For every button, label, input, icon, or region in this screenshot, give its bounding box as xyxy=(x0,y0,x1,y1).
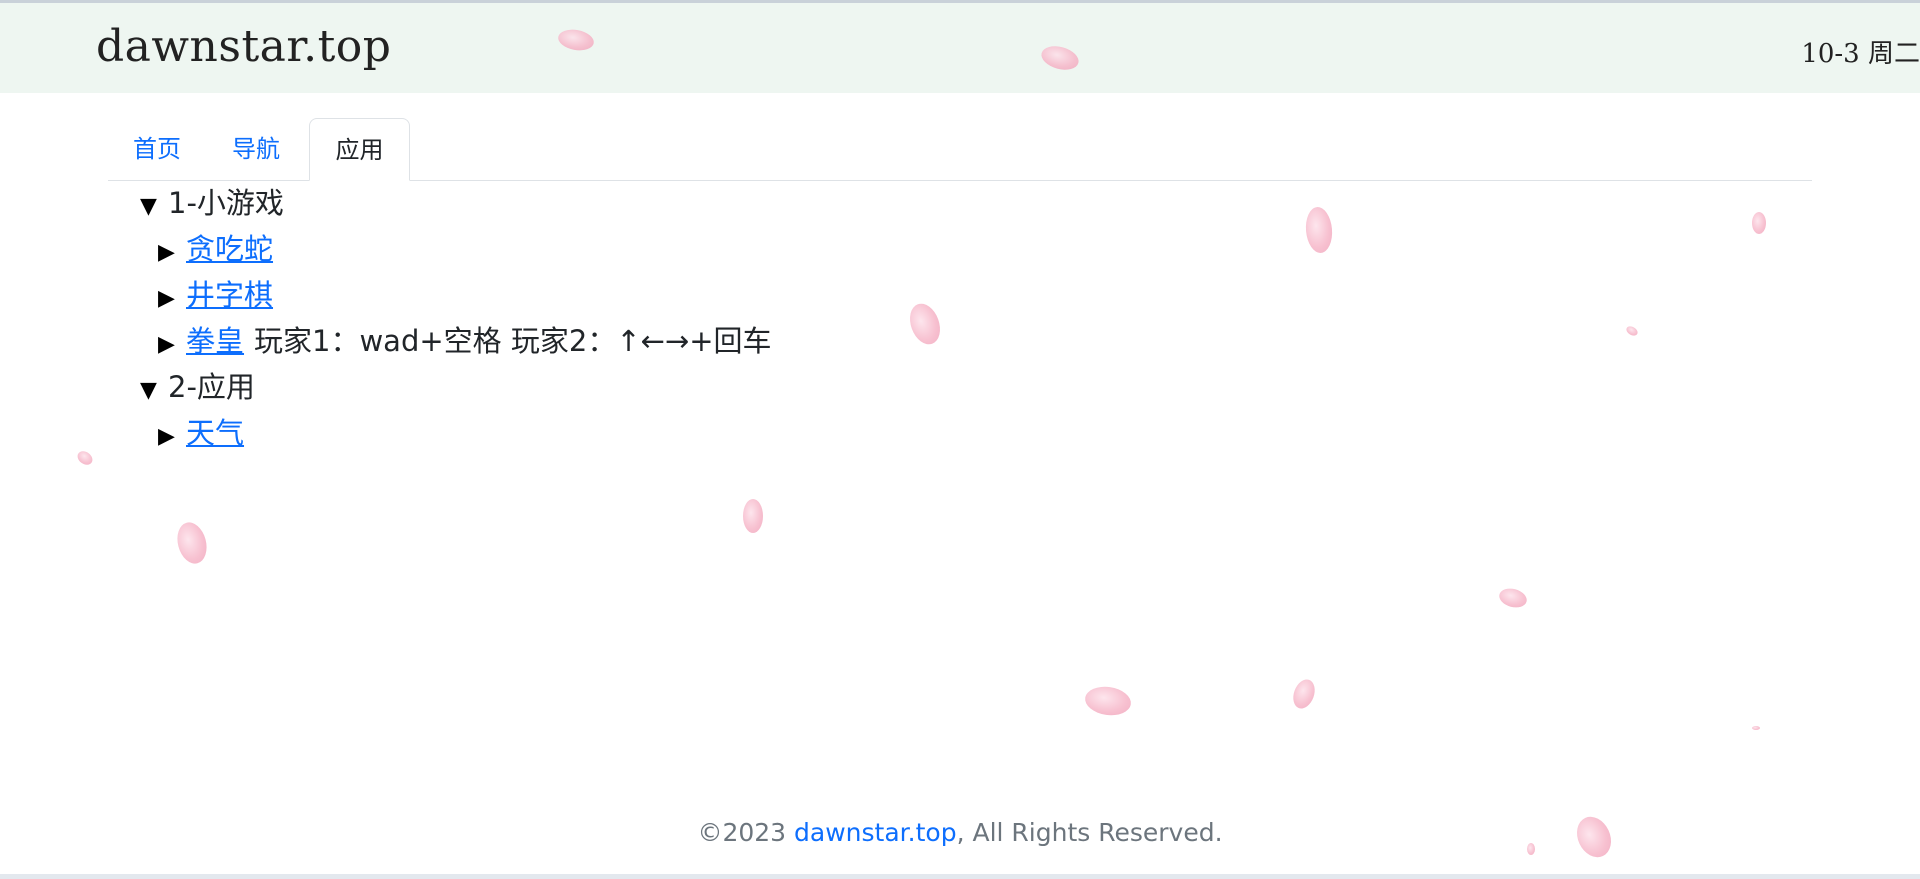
date-display: 10-3 周二 xyxy=(1801,39,1920,69)
tree-group-apps[interactable]: ▼ 2-应用 xyxy=(140,364,772,410)
site-header: dawnstar.top 10-3 周二 xyxy=(0,3,1920,93)
rights-text: , All Rights Reserved. xyxy=(956,818,1223,847)
triangle-right-icon: ▶ xyxy=(158,332,175,357)
sakura-petal-icon xyxy=(1752,212,1766,234)
triangle-right-icon: ▶ xyxy=(158,240,175,265)
link-kof[interactable]: 拳皇 xyxy=(186,324,244,358)
page: dawnstar.top 10-3 周二 首页 导航 应用 ▼ 1-小游戏 ▶ 贪吃… xyxy=(0,0,1920,879)
tree-group-label: 2-应用 xyxy=(168,370,255,404)
link-tictactoe[interactable]: 井字棋 xyxy=(186,278,273,312)
sakura-petal-icon xyxy=(743,499,763,533)
sakura-petal-icon xyxy=(1624,324,1640,338)
tab-home[interactable]: 首页 xyxy=(108,118,206,179)
sakura-petal-icon xyxy=(904,299,946,349)
sakura-petal-icon xyxy=(1083,683,1133,719)
link-snake[interactable]: 贪吃蛇 xyxy=(186,232,273,266)
tree-item-tictactoe[interactable]: ▶ 井字棋 xyxy=(140,272,772,318)
tree-item-snake[interactable]: ▶ 贪吃蛇 xyxy=(140,226,772,272)
tree-item-kof[interactable]: ▶ 拳皇 玩家1：wad+空格 玩家2：↑←→+回车 xyxy=(140,318,772,364)
bottom-scroll-track xyxy=(0,874,1920,879)
app-tree: ▼ 1-小游戏 ▶ 贪吃蛇 ▶ 井字棋 ▶ 拳皇 玩家1：wad+空格 玩家2：↑←→+回… xyxy=(140,180,772,456)
tree-group-games[interactable]: ▼ 1-小游戏 xyxy=(140,180,772,226)
triangle-right-icon: ▶ xyxy=(158,286,175,311)
footer-site-link[interactable]: dawnstar.top xyxy=(794,818,957,847)
site-footer: ©2023 dawnstar.top, All Rights Reserved. xyxy=(0,818,1920,847)
sakura-petal-icon xyxy=(1304,205,1334,255)
triangle-down-icon: ▼ xyxy=(140,378,157,403)
link-weather[interactable]: 天气 xyxy=(186,416,244,450)
tree-group-label: 1-小游戏 xyxy=(168,186,284,220)
sakura-petal-icon xyxy=(1289,676,1319,712)
copyright-text: ©2023 xyxy=(697,818,795,847)
sakura-petal-icon xyxy=(75,448,95,468)
site-brand[interactable]: dawnstar.top xyxy=(96,21,391,72)
sakura-petal-icon xyxy=(1497,585,1529,611)
controls-note: 玩家1：wad+空格 玩家2：↑←→+回车 xyxy=(254,324,772,358)
sakura-petal-icon xyxy=(1752,726,1760,730)
tab-bar: 首页 导航 应用 xyxy=(108,118,1812,181)
tree-item-weather[interactable]: ▶ 天气 xyxy=(140,410,772,456)
triangle-right-icon: ▶ xyxy=(158,424,175,449)
tab-apps[interactable]: 应用 xyxy=(309,118,410,181)
sakura-petal-icon xyxy=(173,519,211,567)
tab-navigation[interactable]: 导航 xyxy=(206,118,306,179)
triangle-down-icon: ▼ xyxy=(140,194,157,219)
